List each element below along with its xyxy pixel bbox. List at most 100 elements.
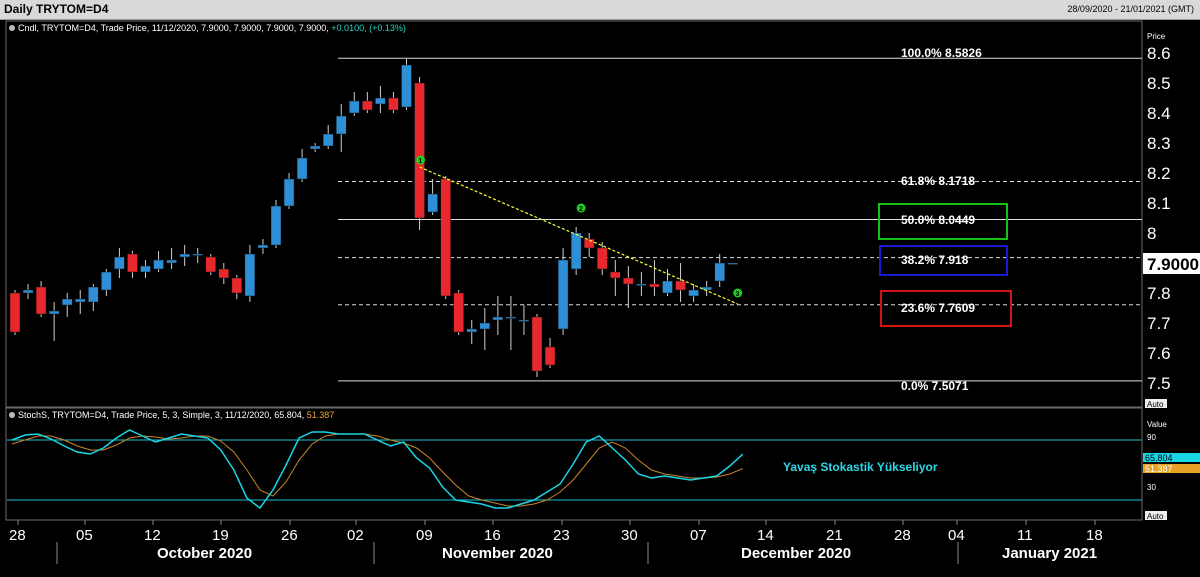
candle-body (205, 256, 216, 273)
candle-body (140, 265, 151, 273)
candle-body (270, 205, 282, 246)
chart-canvas[interactable]: Cndl, TRYTOM=D4, Trade Price, 11/12/2020… (0, 20, 1200, 577)
candle-body (610, 271, 621, 279)
date-tick-label: 14 (757, 527, 774, 544)
value-axis-title: Value (1147, 420, 1167, 429)
price-legend: Cndl, TRYTOM=D4, Trade Price, 11/12/2020… (18, 23, 406, 33)
price-tick-label: 8.5 (1147, 74, 1171, 93)
candle-body (296, 157, 308, 180)
candle-body (636, 283, 647, 286)
chart-title: Daily TRYTOM=D4 (4, 2, 109, 16)
price-tick-label: 7.6 (1147, 344, 1171, 363)
candle-body (675, 280, 686, 291)
price-tick-label: 8.6 (1147, 44, 1171, 63)
stoch-tick-30: 30 (1147, 483, 1156, 492)
stoch-legend-icon (9, 412, 15, 418)
price-auto-label: Auto (1147, 400, 1164, 409)
candle-body (179, 253, 190, 258)
candle-body (440, 178, 451, 297)
candle-body (479, 322, 491, 330)
candle-body (662, 280, 673, 294)
candle-body (153, 259, 164, 270)
price-tick-label: 8.2 (1147, 164, 1171, 183)
date-tick-label: 28 (9, 527, 26, 544)
candle-body (336, 115, 347, 135)
candle-body (322, 133, 334, 147)
candle-body (192, 253, 203, 256)
trendline-group: 1 2 3 (416, 155, 743, 305)
wave-marker-label: 2 (579, 206, 583, 213)
candle-body (35, 286, 47, 315)
stoch-annotation: Yavaş Stokastik Yükseliyor (783, 460, 938, 474)
fib-0-label: 0.0% 7.5071 (901, 379, 969, 393)
stoch-k-value: 65.804 (1145, 453, 1173, 463)
candle-body (649, 283, 660, 288)
fib-236-label: 23.6% 7.7609 (901, 301, 975, 315)
candle-body (218, 268, 230, 279)
date-tick-label: 11 (1017, 527, 1033, 544)
candle-body (557, 259, 569, 330)
date-tick-label: 19 (212, 527, 229, 544)
price-tick-label: 7.5 (1147, 374, 1171, 393)
candle-body (492, 316, 504, 321)
price-axis: 7.57.67.77.87.988.18.28.38.48.58.6 (1147, 44, 1171, 393)
price-tick-label: 8.1 (1147, 194, 1171, 213)
date-tick-label: 26 (281, 527, 298, 544)
month-label: January 2021 (1002, 545, 1097, 562)
date-axis: 28 05 12 19 26 02 09 16 23 30 07 14 21 28 04 11 18 Octobe… (7, 519, 1142, 564)
candle-body (362, 100, 373, 111)
candle-body (349, 100, 360, 114)
candle-body (701, 286, 712, 291)
candle-body (101, 271, 112, 291)
date-tick-label: 28 (894, 527, 911, 544)
candle-body (544, 346, 556, 366)
date-tick-label: 23 (553, 527, 570, 544)
date-tick-label: 09 (416, 527, 433, 544)
fib-50-label: 50.0% 8.0449 (901, 213, 975, 227)
chart-title-bar: Daily TRYTOM=D4 28/09/2020 - 21/01/2021 … (0, 0, 1200, 20)
date-tick-label: 07 (690, 527, 707, 544)
candle-body (531, 316, 543, 372)
fib-618-label: 61.8% 8.1718 (901, 174, 975, 188)
date-range: 28/09/2020 - 21/01/2021 (GMT) (1067, 4, 1194, 14)
month-label: October 2020 (157, 545, 252, 562)
candle-body (114, 256, 125, 270)
candle-body (257, 244, 269, 249)
candle-body (727, 262, 738, 265)
candle-body (244, 253, 256, 297)
stoch-auto-label: Auto (1147, 512, 1164, 521)
date-tick-label: 16 (484, 527, 501, 544)
candlesticks (9, 59, 738, 377)
candle-body (466, 328, 477, 333)
price-tick-label: 7.7 (1147, 314, 1171, 333)
candle-body (88, 286, 99, 303)
candle-body (427, 193, 438, 213)
candle-body (570, 232, 582, 270)
fib-382-label: 38.2% 7.918 (901, 253, 969, 267)
price-tick-label: 7.8 (1147, 284, 1171, 303)
price-tick-label: 8.3 (1147, 134, 1171, 153)
candle-body (166, 259, 177, 264)
candle-body (9, 292, 21, 333)
candle-body (597, 247, 608, 270)
candle-body (48, 310, 60, 315)
stoch-tick-90: 90 (1147, 433, 1156, 442)
candle-body (231, 277, 243, 294)
candle-body (414, 82, 425, 219)
date-tick-label: 18 (1086, 527, 1103, 544)
wave-marker-label: 1 (418, 158, 422, 165)
candle-body (453, 292, 464, 333)
price-legend-icon (9, 25, 15, 31)
last-price-value: 7.9000 (1147, 255, 1199, 274)
candle-body (714, 262, 725, 282)
candle-body (583, 238, 595, 249)
candle-body (22, 289, 34, 294)
date-tick-label: 04 (948, 527, 965, 544)
candle-body (518, 319, 530, 322)
date-tick-label: 05 (76, 527, 93, 544)
candle-body (375, 97, 386, 105)
date-tick-label: 12 (144, 527, 161, 544)
candle-body (688, 289, 699, 297)
candle-body (127, 253, 138, 273)
candle-body (309, 145, 321, 150)
